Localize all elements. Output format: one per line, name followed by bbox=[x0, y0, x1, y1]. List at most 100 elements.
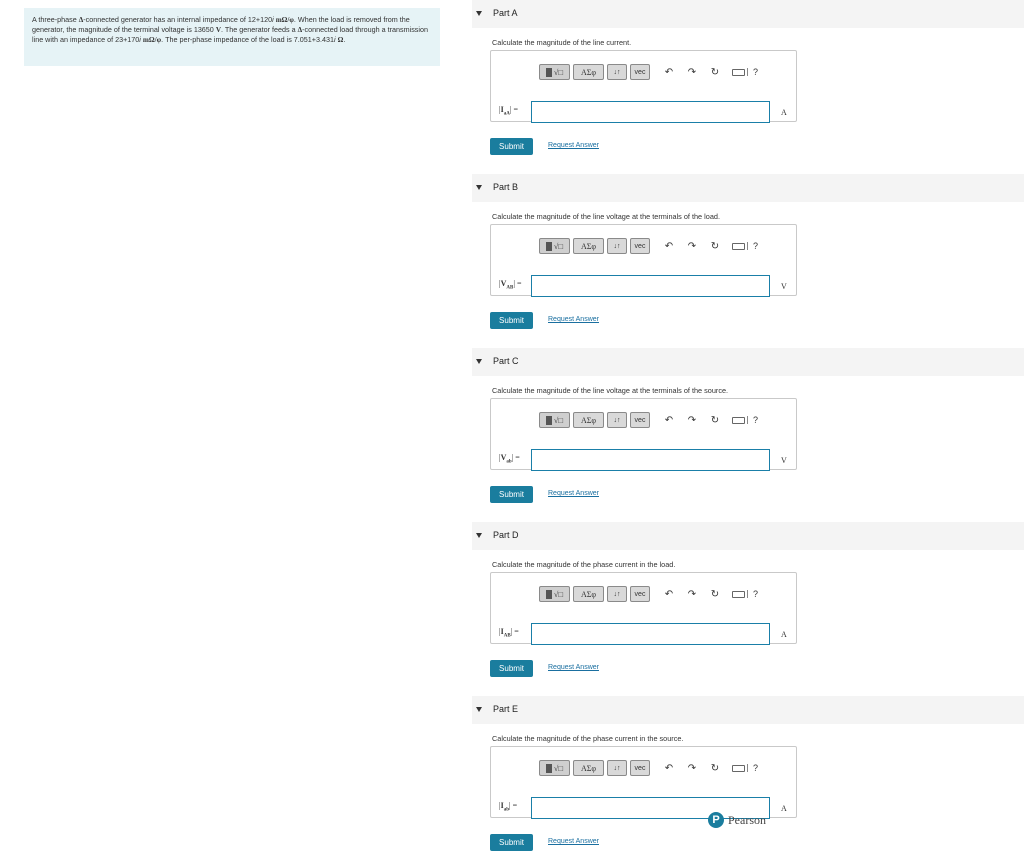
request-answer-link[interactable]: Request Answer bbox=[548, 838, 599, 845]
request-answer-link[interactable]: Request Answer bbox=[548, 142, 599, 149]
answer-variable-label: |Iab| = bbox=[499, 801, 518, 813]
redo-icon[interactable]: ↷ bbox=[685, 415, 699, 426]
greek-symbols-button[interactable]: ΑΣφ bbox=[573, 760, 604, 776]
greek-symbols-button[interactable]: ΑΣφ bbox=[573, 64, 604, 80]
redo-icon[interactable]: ↷ bbox=[685, 67, 699, 78]
undo-icon[interactable]: ↶ bbox=[662, 241, 676, 252]
variable-subscript: ab bbox=[506, 459, 512, 465]
submit-button[interactable]: Submit bbox=[490, 486, 533, 503]
arrows-button[interactable]: ↓↑ bbox=[607, 238, 627, 254]
vector-button[interactable]: vec bbox=[630, 760, 650, 776]
toolbar-divider bbox=[747, 242, 748, 250]
sqrt-icon: √□ bbox=[553, 415, 564, 425]
math-toolbar: √□ ΑΣφ ↓↑ vec ↶ ↷ ↻? bbox=[539, 237, 758, 255]
help-button[interactable]: ? bbox=[753, 415, 758, 425]
collapse-triangle-icon[interactable] bbox=[476, 533, 482, 538]
help-button[interactable]: ? bbox=[753, 241, 758, 251]
keyboard-icon[interactable] bbox=[732, 68, 745, 76]
template-block-icon bbox=[545, 241, 552, 251]
undo-icon[interactable]: ↶ bbox=[662, 763, 676, 774]
part-header[interactable]: Part C bbox=[472, 348, 1024, 376]
variable-subscript: ab bbox=[503, 807, 510, 813]
answer-input[interactable] bbox=[531, 101, 770, 123]
redo-icon[interactable]: ↷ bbox=[685, 763, 699, 774]
answer-variable-label: |VAB| = bbox=[499, 279, 522, 291]
answer-input[interactable] bbox=[531, 449, 770, 471]
submit-button[interactable]: Submit bbox=[490, 660, 533, 677]
answer-input[interactable] bbox=[531, 623, 770, 645]
reset-icon[interactable]: ↻ bbox=[708, 763, 722, 774]
help-button[interactable]: ? bbox=[753, 763, 758, 773]
part-title: Part B bbox=[493, 182, 519, 192]
part-section: Part E Calculate the magnitude of the pha… bbox=[472, 696, 1024, 851]
problem-text: . bbox=[343, 35, 346, 45]
arrows-button[interactable]: ↓↑ bbox=[607, 64, 627, 80]
arrows-button[interactable]: ↓↑ bbox=[607, 586, 627, 602]
vector-button[interactable]: vec bbox=[630, 64, 650, 80]
template-block-icon bbox=[545, 763, 552, 773]
reset-icon[interactable]: ↻ bbox=[708, 589, 722, 600]
keyboard-icon[interactable] bbox=[732, 590, 745, 598]
undo-icon[interactable]: ↶ bbox=[662, 67, 676, 78]
part-question: Calculate the magnitude of the line volt… bbox=[492, 212, 720, 221]
undo-icon[interactable]: ↶ bbox=[662, 589, 676, 600]
vector-button[interactable]: vec bbox=[630, 238, 650, 254]
answer-input[interactable] bbox=[531, 275, 770, 297]
problem-text: A three-phase bbox=[32, 15, 79, 24]
vector-button[interactable]: vec bbox=[630, 412, 650, 428]
template-block-icon bbox=[545, 67, 552, 77]
fraction-root-templates-button[interactable]: √□ bbox=[539, 238, 570, 254]
greek-symbols-button[interactable]: ΑΣφ bbox=[573, 238, 604, 254]
answer-unit: A bbox=[781, 804, 787, 813]
fraction-root-templates-button[interactable]: √□ bbox=[539, 412, 570, 428]
arrows-button[interactable]: ↓↑ bbox=[607, 412, 627, 428]
part-title: Part D bbox=[493, 530, 519, 540]
greek-symbols-button[interactable]: ΑΣφ bbox=[573, 586, 604, 602]
collapse-triangle-icon[interactable] bbox=[476, 185, 482, 190]
collapse-triangle-icon[interactable] bbox=[476, 11, 482, 16]
imaginary-unit: i bbox=[139, 35, 141, 45]
reset-icon[interactable]: ↻ bbox=[708, 415, 722, 426]
answer-unit: A bbox=[781, 108, 787, 117]
sqrt-icon: √□ bbox=[553, 67, 564, 77]
template-block-icon bbox=[545, 415, 552, 425]
sqrt-icon: √□ bbox=[553, 763, 564, 773]
part-header[interactable]: Part D bbox=[472, 522, 1024, 550]
math-toolbar: √□ ΑΣφ ↓↑ vec ↶ ↷ ↻? bbox=[539, 759, 758, 777]
answer-box: √□ ΑΣφ ↓↑ vec ↶ ↷ ↻? |Vab| = V bbox=[490, 398, 797, 471]
submit-button[interactable]: Submit bbox=[490, 138, 533, 155]
part-header[interactable]: Part B bbox=[472, 174, 1024, 202]
reset-icon[interactable]: ↻ bbox=[708, 67, 722, 78]
part-title: Part A bbox=[493, 8, 518, 18]
fraction-root-templates-button[interactable]: √□ bbox=[539, 760, 570, 776]
request-answer-link[interactable]: Request Answer bbox=[548, 664, 599, 671]
redo-icon[interactable]: ↷ bbox=[685, 589, 699, 600]
fraction-root-templates-button[interactable]: √□ bbox=[539, 586, 570, 602]
part-question: Calculate the magnitude of the line volt… bbox=[492, 386, 729, 395]
help-button[interactable]: ? bbox=[753, 589, 758, 599]
collapse-triangle-icon[interactable] bbox=[476, 707, 482, 712]
fraction-root-templates-button[interactable]: √□ bbox=[539, 64, 570, 80]
answer-variable-label: |IaA| = bbox=[499, 105, 518, 117]
collapse-triangle-icon[interactable] bbox=[476, 359, 482, 364]
request-answer-link[interactable]: Request Answer bbox=[548, 490, 599, 497]
arrows-button[interactable]: ↓↑ bbox=[607, 760, 627, 776]
math-toolbar: √□ ΑΣφ ↓↑ vec ↶ ↷ ↻? bbox=[539, 585, 758, 603]
greek-symbols-button[interactable]: ΑΣφ bbox=[573, 412, 604, 428]
part-header[interactable]: Part E bbox=[472, 696, 1024, 724]
answer-box: √□ ΑΣφ ↓↑ vec ↶ ↷ ↻? |IAB| = A bbox=[490, 572, 797, 645]
toolbar-divider bbox=[747, 590, 748, 598]
keyboard-icon[interactable] bbox=[732, 764, 745, 772]
redo-icon[interactable]: ↷ bbox=[685, 241, 699, 252]
request-answer-link[interactable]: Request Answer bbox=[548, 316, 599, 323]
problem-text: . The per-phase impedance of the load is… bbox=[161, 35, 334, 45]
vector-button[interactable]: vec bbox=[630, 586, 650, 602]
imaginary-unit: i bbox=[272, 15, 274, 24]
help-button[interactable]: ? bbox=[753, 67, 758, 77]
keyboard-icon[interactable] bbox=[732, 242, 745, 250]
part-header[interactable]: Part A bbox=[472, 0, 1024, 28]
submit-button[interactable]: Submit bbox=[490, 312, 533, 329]
keyboard-icon[interactable] bbox=[732, 416, 745, 424]
undo-icon[interactable]: ↶ bbox=[662, 415, 676, 426]
reset-icon[interactable]: ↻ bbox=[708, 241, 722, 252]
